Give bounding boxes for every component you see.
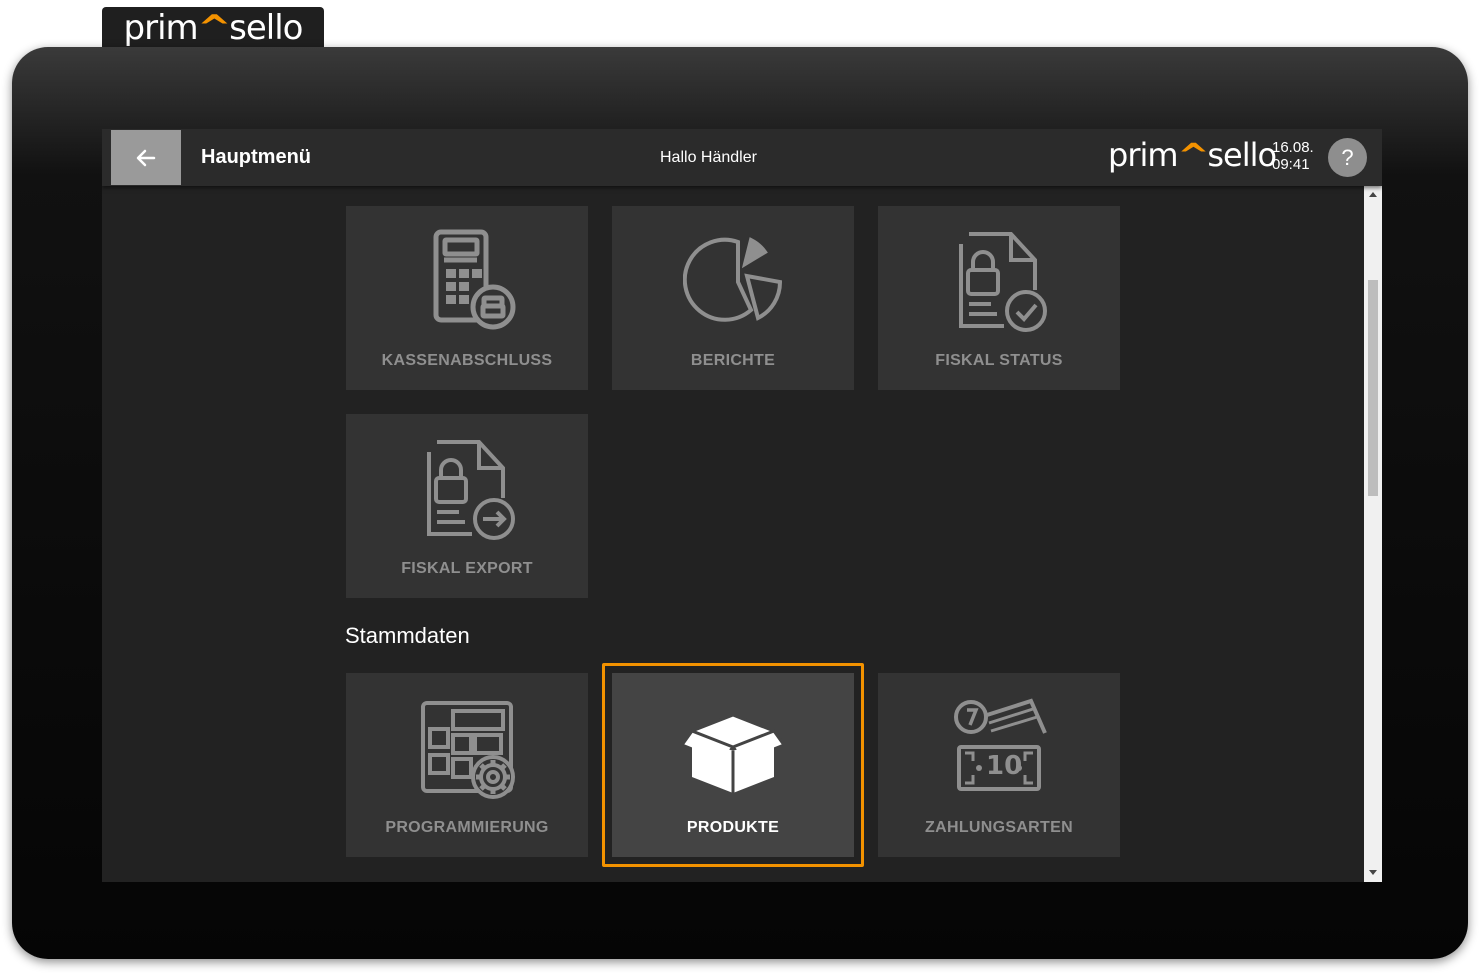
document-lock-export-icon (427, 440, 515, 540)
date-time: 16.08. 09:41 (1272, 139, 1314, 173)
time-text: 09:41 (1272, 156, 1310, 173)
vertical-scrollbar[interactable] (1364, 186, 1382, 882)
tile-label: BERICHTE (690, 352, 776, 369)
greeting-text: Hallo Händler (660, 149, 757, 166)
tile-label: ZAHLUNGSARTEN (925, 819, 1073, 836)
cash-coin-icon (954, 698, 1047, 791)
tile-label: KASSENABSCHLUSS (381, 352, 553, 369)
primasello-logo: prim^sello (1108, 136, 1277, 174)
pie-chart-icon (683, 237, 783, 322)
tile-programmierung[interactable]: PROGRAMMIERUNG (346, 673, 588, 857)
date-text: 16.08. (1272, 139, 1314, 156)
primasello-logo: prim^sello (123, 8, 304, 48)
tile-fiskal-export[interactable]: FISKAL EXPORT (346, 414, 588, 598)
help-button[interactable]: ? (1328, 138, 1367, 177)
tile-zahlungsarten[interactable]: 10 ZAHLUNGSARTEN (878, 673, 1120, 857)
layout-gear-icon (421, 701, 515, 799)
arrow-left-icon (136, 149, 156, 166)
app-screen: Hauptmenü Hallo Händler prim^sello 16.08… (102, 129, 1382, 882)
open-box-icon (679, 713, 787, 793)
scroll-up-arrow[interactable] (1364, 186, 1382, 204)
tile-label: PROGRAMMIERUNG (385, 819, 549, 836)
calculator-printer-icon (433, 229, 516, 330)
tile-label: FISKAL EXPORT (401, 560, 533, 577)
scroll-down-arrow[interactable] (1364, 864, 1382, 882)
scroll-thumb[interactable] (1368, 280, 1378, 496)
header-logo: prim^sello (1108, 136, 1277, 174)
tile-produkte[interactable]: PRODUKTE (612, 673, 854, 857)
back-button[interactable] (111, 130, 181, 185)
section-title-stammdaten: Stammdaten (345, 623, 470, 648)
tile-label: PRODUKTE (686, 819, 780, 836)
top-bar: Hauptmenü Hallo Händler prim^sello 16.08… (102, 129, 1382, 186)
tile-berichte[interactable]: BERICHTE (612, 206, 854, 390)
tile-kassenabschluss[interactable]: KASSENABSCHLUSS (346, 206, 588, 390)
document-lock-check-icon (959, 232, 1047, 332)
tile-fiskal-status[interactable]: FISKAL STATUS (878, 206, 1120, 390)
banknote-value: 10 (986, 751, 1023, 781)
tile-label: FISKAL STATUS (935, 352, 1063, 369)
page-title: Hauptmenü (201, 146, 311, 168)
